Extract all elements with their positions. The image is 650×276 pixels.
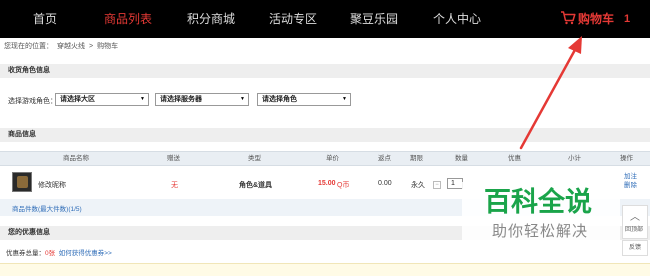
column-header-quantity: 数量: [455, 155, 468, 162]
item-count-link[interactable]: 商品件数(最大件数)(1/5): [12, 203, 82, 213]
product-rebate: 0.00: [378, 180, 392, 187]
nav-item-personal-center[interactable]: 个人中心: [433, 0, 481, 38]
product-term: 永久: [411, 182, 425, 189]
breadcrumb-item-cart: 购物车: [97, 43, 119, 50]
column-header-subtotal: 小计: [568, 155, 581, 162]
role-select-label: 选择游戏角色：: [8, 98, 57, 105]
back-to-top-label: 回顶部: [625, 227, 644, 233]
chevron-up-icon: ︿: [630, 212, 640, 223]
product-name[interactable]: 修改昵称: [38, 180, 66, 190]
back-to-top-button[interactable]: ︿ 回顶部: [622, 205, 648, 239]
region-select[interactable]: 请选择大区 ▼: [55, 93, 149, 106]
coupon-count: 0张: [45, 250, 56, 257]
coupon-total-label: 优惠券总量：: [6, 250, 45, 257]
dropdown-arrow-icon: ▼: [140, 96, 145, 102]
product-price: 15.00: [318, 180, 336, 187]
column-header-actions: 操作: [620, 155, 633, 162]
feedback-button[interactable]: 反馈: [622, 240, 648, 256]
notice-strip: [0, 263, 650, 276]
column-header-rebate: 返点: [378, 155, 391, 162]
column-header-discount: 优惠: [508, 155, 521, 162]
role-section-title: 收货角色信息: [8, 67, 50, 74]
nav-item-events[interactable]: 活动专区: [269, 0, 317, 38]
cart-icon: [561, 11, 576, 25]
quantity-input[interactable]: 1: [447, 178, 463, 189]
column-header-gift: 赠送: [167, 155, 180, 162]
goods-table-header: 商品名称 赠送 类型 单价 返点 期限 数量 优惠 小计 操作: [0, 151, 650, 166]
goods-section-title: 商品信息: [8, 131, 36, 138]
coupon-help-link[interactable]: 如何获得优惠券>>: [59, 250, 112, 257]
region-select-value: 请选择大区: [60, 96, 95, 103]
nav-item-home[interactable]: 首页: [33, 0, 57, 38]
delete-link[interactable]: 删除: [624, 181, 637, 190]
goods-section-header: 商品信息: [0, 128, 650, 142]
product-price-unit: Q币: [337, 182, 350, 189]
top-navigation: 首页 商品列表 积分商城 活动专区 聚豆乐园 个人中心 购物车 1: [0, 0, 650, 38]
breadcrumb: 您现在的位置： 穿越火线 > 购物车: [4, 41, 122, 51]
column-header-term: 期限: [410, 155, 423, 162]
watermark-title: 百科全说: [484, 187, 592, 218]
role-section-header: 收货角色信息: [0, 64, 650, 78]
column-header-price: 单价: [326, 155, 339, 162]
breadcrumb-separator: >: [89, 43, 94, 50]
coupon-summary: 优惠券总量：0张 如何获得优惠券>>: [6, 247, 112, 257]
nav-item-product-list[interactable]: 商品列表: [104, 0, 152, 38]
coupon-section-title: 您的优惠信息: [8, 229, 50, 236]
column-header-name: 商品名称: [63, 155, 89, 162]
server-select-value: 请选择服务器: [160, 96, 202, 103]
product-thumbnail: [12, 172, 32, 192]
row-actions: 加注 删除: [624, 172, 637, 190]
breadcrumb-prefix: 您现在的位置：: [4, 43, 53, 50]
quantity-decrease-button[interactable]: −: [433, 181, 441, 189]
follow-link[interactable]: 加注: [624, 172, 637, 181]
cart-label: 购物车: [578, 12, 615, 26]
watermark-subtitle: 助你轻松解决: [492, 222, 589, 240]
server-select[interactable]: 请选择服务器 ▼: [155, 93, 249, 106]
nav-item-judou-park[interactable]: 聚豆乐园: [350, 0, 398, 38]
product-gift: 无: [171, 182, 178, 189]
product-type: 角色&道具: [239, 182, 273, 189]
column-header-type: 类型: [248, 155, 261, 162]
role-select[interactable]: 请选择角色 ▼: [257, 93, 351, 106]
role-select-value: 请选择角色: [262, 96, 297, 103]
nav-item-points-mall[interactable]: 积分商城: [187, 0, 235, 38]
cart-count-badge: 1: [624, 13, 631, 25]
dropdown-arrow-icon: ▼: [342, 96, 347, 102]
breadcrumb-item-game[interactable]: 穿越火线: [57, 43, 85, 50]
dropdown-arrow-icon: ▼: [240, 96, 245, 102]
